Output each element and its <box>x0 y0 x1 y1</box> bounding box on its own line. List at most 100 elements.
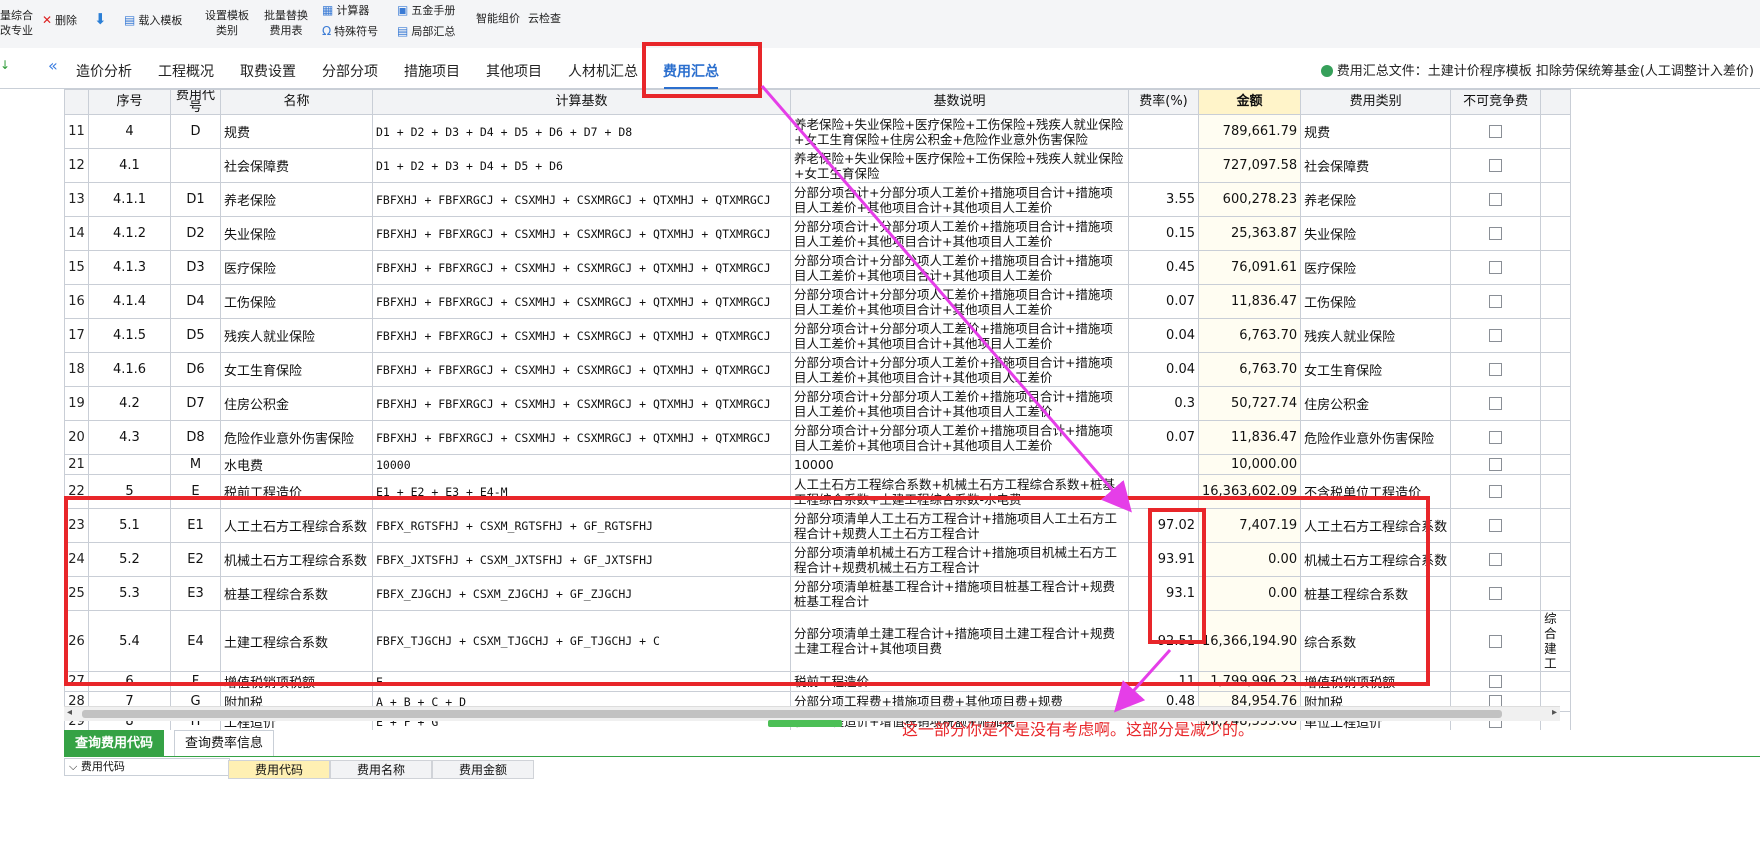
table-row[interactable]: 12 4.1 社会保障费 D1 + D2 + D3 + D4 + D5 + D6 养老保… <box>64 148 1572 183</box>
partial-summary-button[interactable]: ▤ 局部汇总 <box>397 23 455 39</box>
non-competitive-checkbox[interactable] <box>1489 431 1503 444</box>
hardware-manual-button[interactable]: ▣ 五金手册 <box>397 2 455 18</box>
tab-sub-items[interactable]: 分部分项 <box>316 61 384 83</box>
cell-base-desc[interactable]: 分部分项合计+分部分项人工差价+措施项目合计+措施项目人工差价+其他项目合计+其… <box>790 250 1129 285</box>
tab-fee-settings[interactable]: 取费设置 <box>234 61 302 83</box>
non-competitive-checkbox[interactable] <box>1489 227 1503 240</box>
cell-non-competitive[interactable] <box>1450 420 1542 455</box>
bottom-col-code[interactable]: 费用代码 <box>228 760 330 779</box>
cell-base-desc[interactable]: 分部分项清单机械土石方工程合计+措施项目机械土石方工程合计+规费机械土石方工程合… <box>790 542 1129 577</box>
cell-base[interactable]: FBFXHJ + FBFXRGCJ + CSXMHJ + CSXMRGCJ + … <box>372 250 791 285</box>
table-row[interactable]: 26 5.4 E4 土建工程综合系数 FBFX_TJGCHJ + CSXM_TJGCHJ… <box>64 610 1572 672</box>
cell-base[interactable]: FBFXHJ + FBFXRGCJ + CSXMHJ + CSXMRGCJ + … <box>372 216 791 251</box>
cell-code[interactable]: D4 <box>170 284 221 319</box>
cell-rate[interactable] <box>1128 114 1199 149</box>
non-competitive-checkbox[interactable] <box>1489 587 1503 600</box>
cell-seq[interactable]: 4.2 <box>88 386 171 421</box>
cell-non-competitive[interactable] <box>1450 610 1542 672</box>
cell-rate[interactable]: 0.04 <box>1128 318 1199 353</box>
cell-rate[interactable] <box>1128 474 1199 509</box>
cell-code[interactable]: D3 <box>170 250 221 285</box>
cell-category[interactable]: 医疗保险 <box>1300 250 1452 285</box>
cell-base-desc[interactable]: 分部分项合计+分部分项人工差价+措施项目合计+措施项目人工差价+其他项目合计+其… <box>790 420 1129 455</box>
special-symbol-button[interactable]: Ω 特殊符号 <box>322 23 378 39</box>
table-row[interactable]: 21 M 水电费 10000 10000 10,000.00 <box>64 454 1572 475</box>
cell-non-competitive[interactable] <box>1450 148 1542 183</box>
cell-category[interactable]: 综合系数 <box>1300 610 1452 672</box>
cell-category[interactable]: 失业保险 <box>1300 216 1452 251</box>
batch-replace-button[interactable]: 批量替换 费用表 <box>263 8 309 38</box>
cell-non-competitive[interactable] <box>1450 508 1542 543</box>
col-base[interactable]: 计算基数 <box>372 89 791 115</box>
cell-base-desc[interactable]: 分部分项合计+分部分项人工差价+措施项目合计+措施项目人工差价+其他项目合计+其… <box>790 352 1129 387</box>
load-template-button[interactable]: ▤ 载入模板 <box>124 12 182 28</box>
cell-name[interactable]: 水电费 <box>220 454 373 475</box>
non-competitive-checkbox[interactable] <box>1489 397 1503 410</box>
cell-amount[interactable]: 16,366,194.90 <box>1197 610 1302 672</box>
cell-amount[interactable]: 10,000.00 <box>1197 454 1302 475</box>
cell-seq[interactable]: 4.1.1 <box>88 182 171 217</box>
table-row[interactable]: 14 4.1.2 D2 失业保险 FBFXHJ + FBFXRGCJ + CSXMHJ … <box>64 216 1572 251</box>
cell-name[interactable]: 残疾人就业保险 <box>220 318 373 353</box>
cell-name[interactable]: 规费 <box>220 114 373 149</box>
tab-project-overview[interactable]: 工程概况 <box>152 61 220 83</box>
bottom-col-name[interactable]: 费用名称 <box>330 760 432 779</box>
table-row[interactable]: 18 4.1.6 D6 女工生育保险 FBFXHJ + FBFXRGCJ + CSXMH… <box>64 352 1572 387</box>
non-competitive-checkbox[interactable] <box>1489 675 1503 688</box>
cell-seq[interactable]: 5.4 <box>88 610 171 672</box>
non-competitive-checkbox[interactable] <box>1489 261 1503 274</box>
non-competitive-checkbox[interactable] <box>1489 634 1503 648</box>
tab-cost-summary[interactable]: 费用汇总 <box>656 61 726 89</box>
cell-amount[interactable]: 727,097.58 <box>1197 148 1302 183</box>
cell-category[interactable]: 社会保障费 <box>1300 148 1452 183</box>
cell-rate[interactable]: 92.51 <box>1128 610 1199 672</box>
cell-rate[interactable] <box>1128 454 1199 475</box>
delete-button[interactable]: ✕ 删除 <box>42 12 77 28</box>
scroll-right-icon[interactable]: ▸ <box>1552 707 1557 718</box>
cell-code[interactable]: D6 <box>170 352 221 387</box>
cell-rate[interactable]: 93.91 <box>1128 542 1199 577</box>
cell-amount[interactable]: 11,836.47 <box>1197 284 1302 319</box>
col-base-desc[interactable]: 基数说明 <box>790 89 1129 115</box>
non-competitive-checkbox[interactable] <box>1489 193 1503 206</box>
cell-rate[interactable]: 97.02 <box>1128 508 1199 543</box>
cell-base[interactable]: 10000 <box>372 454 791 475</box>
cell-base[interactable]: FBFXHJ + FBFXRGCJ + CSXMHJ + CSXMRGCJ + … <box>372 284 791 319</box>
tab-measures[interactable]: 措施项目 <box>398 61 466 83</box>
cell-seq[interactable]: 4.1.2 <box>88 216 171 251</box>
col-category[interactable]: 费用类别 <box>1300 89 1452 115</box>
cell-base-desc[interactable]: 税前工程造价 <box>790 671 1129 692</box>
col-non-competitive[interactable]: 不可竞争费 <box>1450 89 1542 115</box>
non-competitive-checkbox[interactable] <box>1489 553 1503 566</box>
cloud-check-button[interactable]: 云检查 <box>528 10 561 26</box>
cell-amount[interactable]: 76,091.61 <box>1197 250 1302 285</box>
non-competitive-checkbox[interactable] <box>1489 363 1503 376</box>
cell-name[interactable]: 女工生育保险 <box>220 352 373 387</box>
table-row[interactable]: 19 4.2 D7 住房公积金 FBFXHJ + FBFXRGCJ + CSXMHJ +… <box>64 386 1572 421</box>
cell-code[interactable]: D7 <box>170 386 221 421</box>
cell-amount[interactable]: 50,727.74 <box>1197 386 1302 421</box>
panel-splitter[interactable] <box>768 720 842 727</box>
cell-name[interactable]: 增值税销项税额 <box>220 671 373 692</box>
cell-category[interactable]: 工伤保险 <box>1300 284 1452 319</box>
scroll-left-icon[interactable]: ◂ <box>67 707 72 718</box>
cell-category[interactable]: 不含税单位工程造价 <box>1300 474 1452 509</box>
cell-category[interactable]: 住房公积金 <box>1300 386 1452 421</box>
cell-code[interactable]: E <box>170 474 221 509</box>
cell-code[interactable]: D1 <box>170 182 221 217</box>
cell-seq[interactable]: 4.1.4 <box>88 284 171 319</box>
cell-non-competitive[interactable] <box>1450 474 1542 509</box>
cell-base-desc[interactable]: 分部分项合计+分部分项人工差价+措施项目合计+措施项目人工差价+其他项目合计+其… <box>790 216 1129 251</box>
cell-non-competitive[interactable] <box>1450 671 1542 692</box>
cell-rate[interactable]: 0.04 <box>1128 352 1199 387</box>
cell-non-competitive[interactable] <box>1450 182 1542 217</box>
cell-seq[interactable]: 4 <box>88 114 171 149</box>
cell-base[interactable]: FBFX_RGTSFHJ + CSXM_RGTSFHJ + GF_RGTSFHJ <box>372 508 791 543</box>
cell-rate[interactable]: 0.45 <box>1128 250 1199 285</box>
cell-rate[interactable]: 0.07 <box>1128 420 1199 455</box>
cell-rate[interactable] <box>1128 148 1199 183</box>
cell-non-competitive[interactable] <box>1450 318 1542 353</box>
cell-name[interactable]: 医疗保险 <box>220 250 373 285</box>
non-competitive-checkbox[interactable] <box>1489 295 1503 308</box>
cell-code[interactable]: D <box>170 114 221 149</box>
